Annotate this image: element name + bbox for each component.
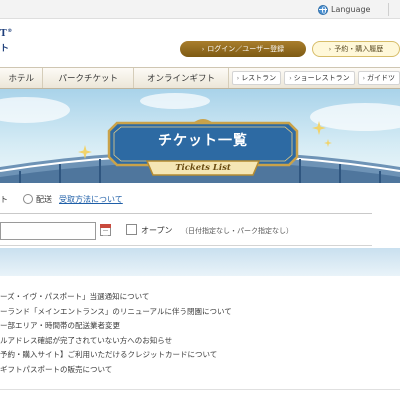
globe-icon [318, 4, 328, 15]
nav-item-park-ticket[interactable]: パークチケット [43, 68, 135, 88]
open-ticket-note: （日付指定なし・パーク指定なし） [181, 227, 293, 235]
news-list: ーズ・イヴ・パスポート」当選通知について ーランド「メインエントランス」のリニュ… [0, 291, 400, 379]
sparkle-icon [78, 145, 92, 159]
delivery-radio[interactable] [23, 194, 33, 204]
date-input[interactable] [0, 222, 96, 240]
info-band [0, 248, 400, 276]
site-logo[interactable]: T® ト [0, 28, 40, 54]
news-item[interactable]: ー部エリア・時間帯の配送業者変更 [0, 320, 400, 335]
delivery-method-link[interactable]: 受取方法について [59, 194, 123, 205]
cloud-decoration [0, 97, 70, 123]
booking-history-button[interactable]: › 予約・購入履歴 [312, 41, 400, 57]
nav-item-online-gift[interactable]: オンラインギフト [134, 68, 229, 88]
chevron-right-icon: › [328, 45, 332, 53]
calendar-icon[interactable] [100, 224, 111, 236]
news-item[interactable]: ルアドレス確認が完了されていない方へのお知らせ [0, 335, 400, 350]
nav-sub-guided-tour[interactable]: › ガイドツ [357, 71, 400, 85]
logo-registered-mark: ® [7, 28, 13, 34]
nav-sub-guided-tour-label: ガイドツ [367, 74, 395, 82]
news-item[interactable]: ギフトパスポートの販売について [0, 364, 400, 379]
nav-sub-restaurant[interactable]: › レストラン [231, 71, 282, 85]
delivery-option1-label: ト [0, 194, 8, 204]
news-item[interactable]: ーズ・イヴ・パスポート」当選通知について [0, 291, 400, 306]
open-ticket-checkbox[interactable] [126, 224, 137, 235]
nav-item-online-gift-label: オンラインギフト [146, 74, 215, 84]
language-button[interactable]: Language [318, 2, 370, 17]
nav-item-hotel[interactable]: ホテル [0, 68, 44, 88]
top-utility-bar: Language [0, 0, 400, 19]
divider [0, 389, 400, 390]
chevron-right-icon: › [289, 74, 292, 82]
sparkle-icon [324, 139, 332, 147]
nav-sub-restaurant-label: レストラン [241, 74, 277, 82]
cloud-decoration [140, 93, 210, 109]
topbar-divider [388, 3, 389, 16]
divider [0, 245, 372, 246]
delivery-options: ト 配送 受取方法について [0, 192, 123, 206]
language-label: Language [331, 5, 371, 14]
page-title: チケット一覧 [158, 133, 248, 149]
page-subtitle: Tickets List [175, 163, 231, 173]
delivery-option2-label: 配送 [36, 194, 52, 204]
chevron-right-icon: › [362, 74, 365, 82]
nav-item-hotel-label: ホテル [8, 74, 34, 84]
login-register-label: ログイン／ユーザー登録 [207, 45, 285, 53]
main-navigation: ホテル パークチケット オンラインギフト › レストラン › ショーレストラン › ガ… [0, 67, 400, 89]
chevron-right-icon: › [201, 45, 205, 53]
news-item[interactable]: 予約・購入サイト】ご利用いただけるクレジットカードについて [0, 349, 400, 364]
divider [0, 213, 372, 214]
nav-sub-show-restaurant-label: ショーレストラン [293, 74, 350, 82]
login-register-button[interactable]: › ログイン／ユーザー登録 [180, 41, 306, 57]
sparkle-icon [312, 121, 326, 135]
chevron-right-icon: › [236, 74, 240, 82]
nav-item-park-ticket-label: パークチケット [58, 74, 118, 84]
logo-line2: ト [0, 44, 10, 54]
booking-history-label: 予約・購入履歴 [334, 45, 384, 53]
news-item[interactable]: ーランド「メインエントランス」のリニューアルに伴う閉園について [0, 306, 400, 321]
open-ticket-label: オープン [141, 226, 173, 235]
nav-sub-show-restaurant[interactable]: › ショーレストラン [284, 71, 355, 85]
